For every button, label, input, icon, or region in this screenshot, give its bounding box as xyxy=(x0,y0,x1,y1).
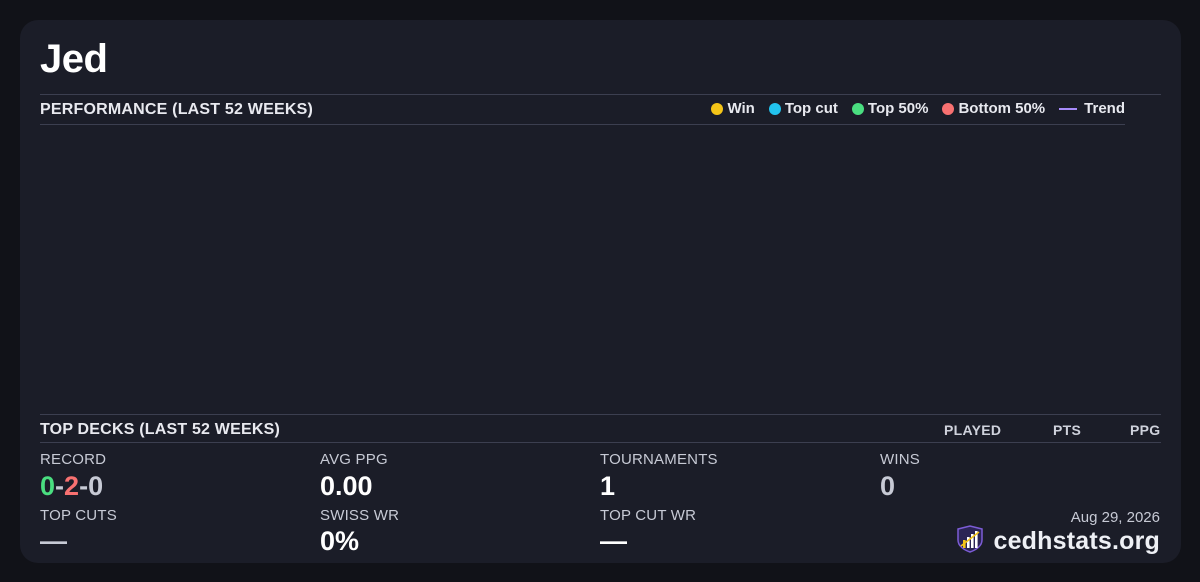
divider xyxy=(40,414,1161,415)
legend-label: Bottom 50% xyxy=(958,100,1046,117)
avg-ppg-value: 0.00 xyxy=(320,471,373,501)
wins-label: WINS xyxy=(880,451,920,468)
legend-label: Trend xyxy=(1084,100,1125,117)
performance-chart-area xyxy=(40,126,1125,414)
divider xyxy=(40,442,1161,443)
record-draws: 0 xyxy=(88,471,104,501)
record-value: 0-2-0 xyxy=(40,471,103,501)
record-separator: - xyxy=(55,471,65,501)
legend-item-bottom-50: Bottom 50% xyxy=(942,100,1045,117)
legend-label: Top 50% xyxy=(867,100,929,117)
bar-chart-shield-icon xyxy=(955,525,985,558)
wins-value: 0 xyxy=(880,471,896,501)
divider xyxy=(40,94,1161,95)
top-decks-title: TOP DECKS (LAST 52 WEEKS) xyxy=(40,421,280,438)
trend-line-icon xyxy=(1059,107,1078,110)
snapshot-date: Aug 29, 2026 xyxy=(1070,509,1160,526)
legend-label: Win xyxy=(727,100,755,117)
column-header-ppg: PPG xyxy=(1130,422,1161,438)
legend-item-top-cut: Top cut xyxy=(768,100,838,117)
player-name: Jed xyxy=(40,37,108,81)
top-cut-wr-value: — xyxy=(600,526,627,556)
performance-title: PERFORMANCE (LAST 52 WEEKS) xyxy=(40,101,313,118)
legend-label: Top cut xyxy=(784,100,838,117)
player-card: Jed PERFORMANCE (LAST 52 WEEKS) Win Top … xyxy=(20,20,1181,563)
swiss-wr-label: SWISS WR xyxy=(320,507,400,524)
top-cuts-value: — xyxy=(40,526,67,556)
tournaments-label: TOURNAMENTS xyxy=(600,451,718,468)
top-50-dot-icon xyxy=(851,102,864,115)
legend-item-top-50: Top 50% xyxy=(851,100,929,117)
record-losses: 2 xyxy=(64,471,80,501)
swiss-wr-value: 0% xyxy=(320,526,360,556)
avg-ppg-label: AVG PPG xyxy=(320,451,388,468)
top-cuts-label: TOP CUTS xyxy=(40,507,117,524)
legend-item-win: Win xyxy=(711,100,755,117)
column-header-pts: PTS xyxy=(1053,422,1082,438)
brand[interactable]: cedhstats.org xyxy=(955,525,1160,558)
record-separator: - xyxy=(79,471,89,501)
top-cut-dot-icon xyxy=(768,102,781,115)
record-wins: 0 xyxy=(40,471,56,501)
bottom-50-dot-icon xyxy=(942,102,955,115)
brand-name: cedhstats.org xyxy=(993,527,1160,555)
record-label: RECORD xyxy=(40,451,107,468)
win-dot-icon xyxy=(711,102,724,115)
chart-legend: Win Top cut Top 50% Bottom 50% Trend xyxy=(711,100,1125,117)
tournaments-value: 1 xyxy=(600,471,616,501)
top-cut-wr-label: TOP CUT WR xyxy=(600,507,697,524)
divider xyxy=(40,124,1125,125)
legend-item-trend: Trend xyxy=(1059,100,1125,117)
column-header-played: PLAYED xyxy=(944,422,1002,438)
